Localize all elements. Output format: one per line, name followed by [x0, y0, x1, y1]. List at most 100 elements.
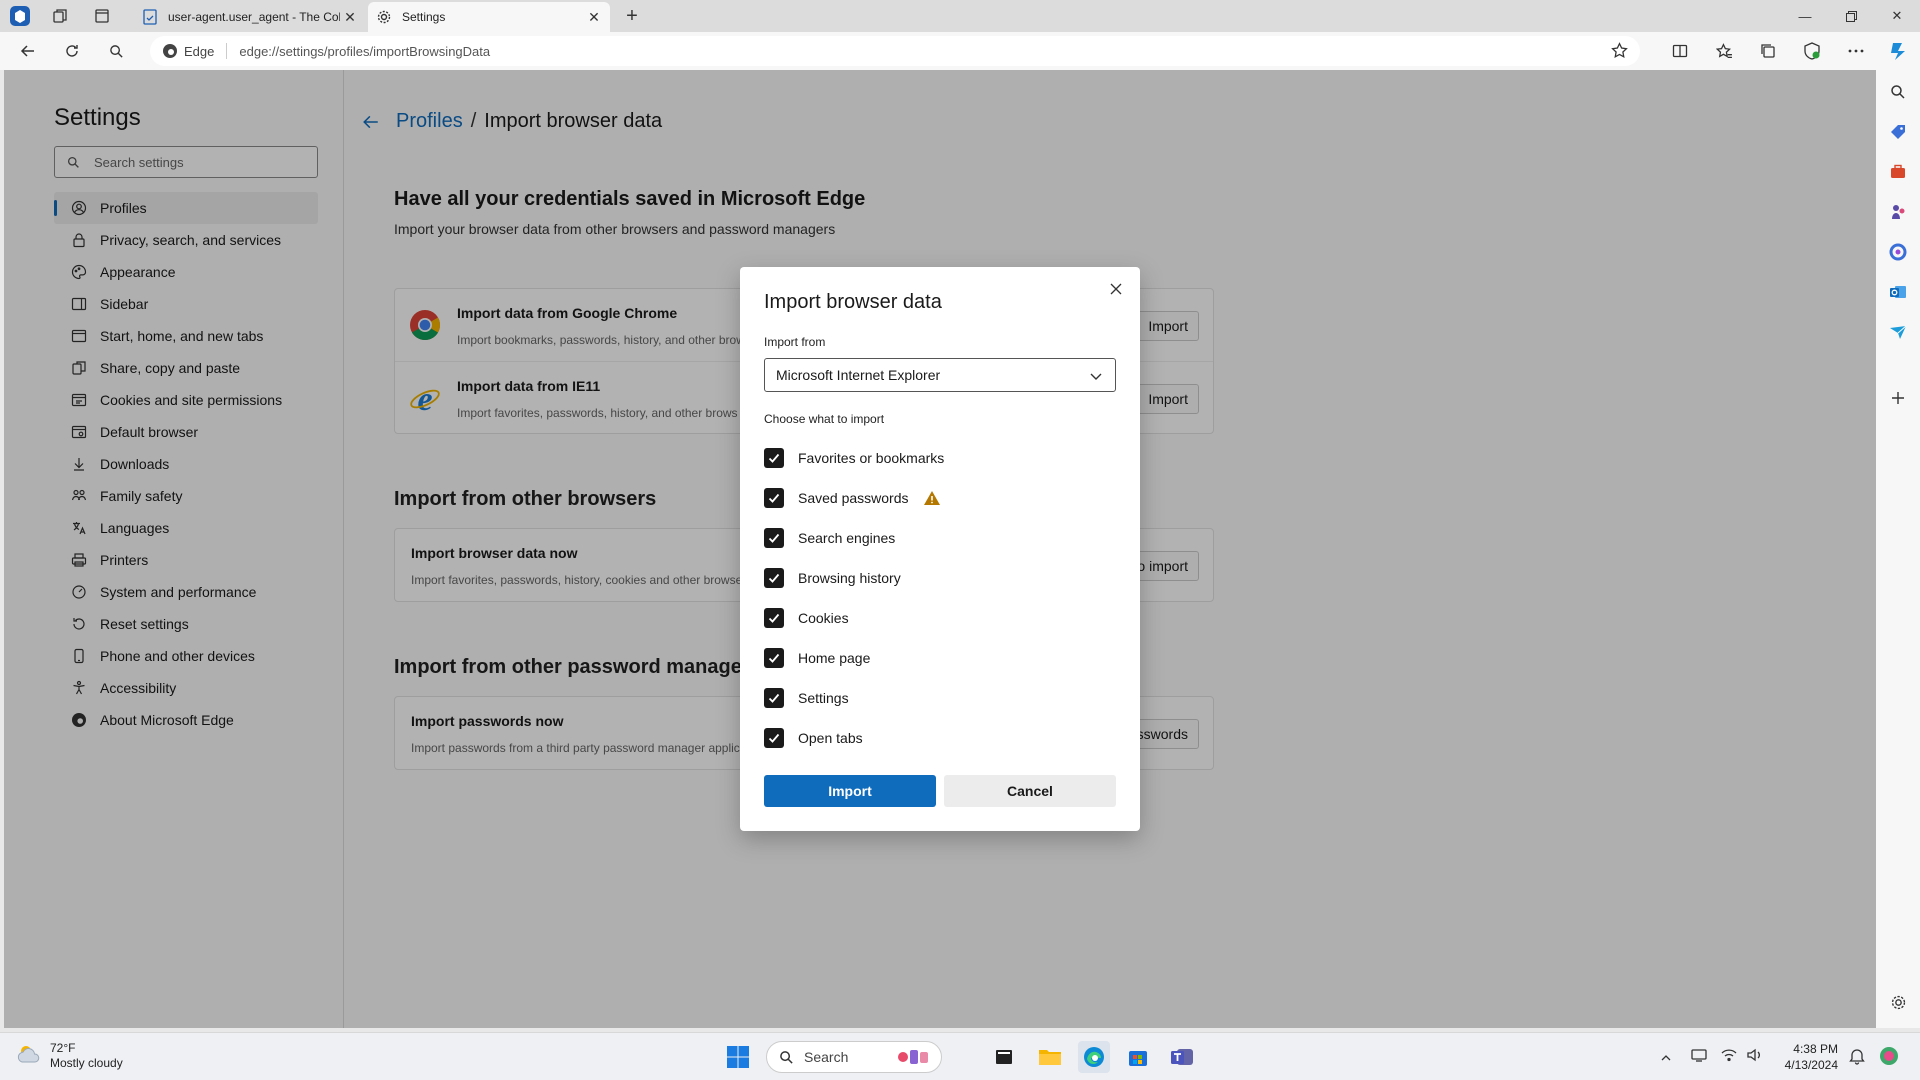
- wifi-icon[interactable]: [1720, 1047, 1738, 1066]
- option-open-tabs[interactable]: Open tabs: [764, 718, 944, 758]
- gear-icon[interactable]: [1886, 990, 1910, 1014]
- checkbox-checked[interactable]: [764, 528, 784, 548]
- checkbox-checked[interactable]: [764, 448, 784, 468]
- close-tab-icon[interactable]: ✕: [584, 7, 604, 27]
- url-text[interactable]: edge://settings/profiles/importBrowsingD…: [239, 44, 490, 59]
- edge-icon: [162, 43, 178, 59]
- navigation-bar: Edge edge://settings/profiles/importBrow…: [0, 32, 1920, 70]
- weather-widget[interactable]: 72°F Mostly cloudy: [16, 1041, 123, 1071]
- copilot-icon[interactable]: [1884, 37, 1912, 65]
- tab-settings[interactable]: Settings ✕: [368, 2, 610, 32]
- add-icon[interactable]: [1886, 386, 1910, 410]
- import-source-value: Microsoft Internet Explorer: [776, 367, 941, 383]
- shopping-tag-icon[interactable]: [1886, 120, 1910, 144]
- browser-essentials-icon[interactable]: [1798, 37, 1826, 65]
- checkbox-checked[interactable]: [764, 688, 784, 708]
- site-identity[interactable]: Edge: [150, 43, 228, 59]
- network-icon[interactable]: [1690, 1047, 1708, 1066]
- tab-user-agent[interactable]: user-agent.user_agent - The Coll ✕: [134, 2, 366, 32]
- copilot-preview-icon[interactable]: [1878, 1045, 1900, 1070]
- volume-icon[interactable]: [1746, 1047, 1764, 1066]
- site-label: Edge: [184, 43, 215, 59]
- search-icon: [779, 1050, 794, 1065]
- option-label: Cookies: [798, 610, 849, 626]
- option-label: Browsing history: [798, 570, 901, 586]
- checkbox-checked[interactable]: [764, 488, 784, 508]
- gear-icon: [376, 9, 392, 25]
- cancel-button[interactable]: Cancel: [944, 775, 1116, 807]
- import-options-list: Favorites or bookmarks Saved passwords S…: [764, 438, 944, 758]
- warning-icon[interactable]: [923, 490, 941, 506]
- store-icon[interactable]: [1122, 1041, 1154, 1073]
- games-icon[interactable]: [1886, 200, 1910, 224]
- option-favorites[interactable]: Favorites or bookmarks: [764, 438, 944, 478]
- checkbox-checked[interactable]: [764, 648, 784, 668]
- option-label: Search engines: [798, 530, 896, 546]
- tab-actions-icon[interactable]: [90, 4, 114, 28]
- dialog-title: Import browser data: [764, 291, 942, 313]
- import-browser-data-dialog: Import browser data Import from Microsof…: [740, 267, 1140, 831]
- weather-desc: Mostly cloudy: [50, 1056, 123, 1070]
- refresh-icon[interactable]: [58, 37, 86, 65]
- tab-title: Settings: [402, 10, 446, 24]
- import-source-select[interactable]: Microsoft Internet Explorer: [764, 358, 1116, 392]
- more-menu-icon[interactable]: [1842, 37, 1870, 65]
- taskbar-search-placeholder: Search: [804, 1049, 849, 1065]
- edge-sidebar: [1876, 70, 1920, 1028]
- search-icon[interactable]: [102, 37, 130, 65]
- edge-taskbar-icon[interactable]: [1078, 1041, 1110, 1073]
- choose-what-to-import-label: Choose what to import: [764, 412, 885, 426]
- weather-temp: 72°F: [50, 1041, 76, 1055]
- favorites-icon[interactable]: [1710, 37, 1738, 65]
- address-bar[interactable]: Edge edge://settings/profiles/importBrow…: [150, 36, 1640, 66]
- option-cookies[interactable]: Cookies: [764, 598, 944, 638]
- taskbar: 72°F Mostly cloudy Search 4:38 PM 4/13/2…: [0, 1032, 1920, 1080]
- workspaces-icon[interactable]: [48, 4, 72, 28]
- file-explorer-icon[interactable]: [1034, 1041, 1066, 1073]
- option-saved-passwords[interactable]: Saved passwords: [764, 478, 944, 518]
- tools-icon[interactable]: [1886, 160, 1910, 184]
- weather-cloud-icon: [16, 1043, 42, 1070]
- search-icon[interactable]: [1886, 80, 1910, 104]
- tray-chevron-icon[interactable]: [1660, 1041, 1672, 1076]
- task-view-icon[interactable]: [988, 1041, 1020, 1073]
- close-window-icon[interactable]: ✕: [1874, 0, 1920, 32]
- chevron-down-icon: [1089, 369, 1103, 386]
- clock[interactable]: 4:38 PM 4/13/2024: [1785, 1041, 1838, 1073]
- new-tab-icon[interactable]: +: [620, 4, 644, 28]
- option-label: Settings: [798, 690, 849, 706]
- profile-avatar-icon[interactable]: [8, 4, 32, 28]
- start-windows-icon[interactable]: [722, 1041, 754, 1073]
- import-button[interactable]: Import: [764, 775, 936, 807]
- checkbox-checked[interactable]: [764, 568, 784, 588]
- back-icon[interactable]: [14, 37, 42, 65]
- option-browsing-history[interactable]: Browsing history: [764, 558, 944, 598]
- search-highlight-icon: [895, 1046, 931, 1068]
- option-label: Favorites or bookmarks: [798, 450, 945, 466]
- tab-title: user-agent.user_agent - The Coll: [168, 10, 340, 24]
- restore-icon[interactable]: [1828, 0, 1874, 32]
- checkbox-checked[interactable]: [764, 728, 784, 748]
- taskbar-search-input[interactable]: Search: [766, 1041, 942, 1073]
- clock-date: 4/13/2024: [1784, 1058, 1838, 1072]
- close-tab-icon[interactable]: ✕: [340, 7, 360, 27]
- option-label: Open tabs: [798, 730, 863, 746]
- checkbox-checked[interactable]: [764, 608, 784, 628]
- outlook-icon[interactable]: [1886, 280, 1910, 304]
- option-home-page[interactable]: Home page: [764, 638, 944, 678]
- option-settings[interactable]: Settings: [764, 678, 944, 718]
- split-screen-icon[interactable]: [1666, 37, 1694, 65]
- document-icon: [142, 9, 158, 25]
- minimize-icon[interactable]: —: [1782, 0, 1828, 32]
- collections-icon[interactable]: [1754, 37, 1782, 65]
- microsoft-365-icon[interactable]: [1886, 240, 1910, 264]
- teams-icon[interactable]: [1166, 1041, 1198, 1073]
- notifications-icon[interactable]: [1848, 1047, 1866, 1068]
- import-from-label: Import from: [764, 335, 826, 349]
- option-label: Home page: [798, 650, 871, 666]
- drop-icon[interactable]: [1886, 320, 1910, 344]
- favorite-star-icon[interactable]: [1611, 42, 1628, 62]
- option-search-engines[interactable]: Search engines: [764, 518, 944, 558]
- close-icon[interactable]: [1102, 275, 1130, 303]
- clock-time: 4:38 PM: [1793, 1042, 1838, 1056]
